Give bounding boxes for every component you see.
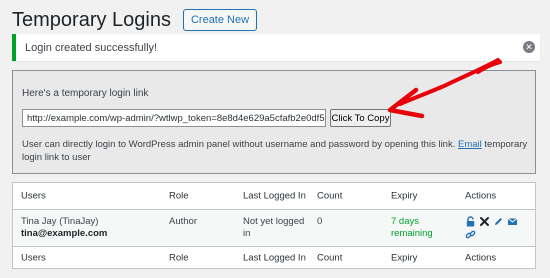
login-url-field[interactable]: http://example.com/wp-admin/?wtlwp_token…: [22, 109, 326, 127]
annotation-arrow-icon: [387, 58, 502, 119]
column-footer: Expiry: [391, 252, 418, 264]
table-header: Users Role Last Logged In Count Expiry A…: [13, 183, 535, 210]
create-new-button[interactable]: Create New: [182, 9, 258, 31]
lock-icon[interactable]: [465, 216, 476, 227]
user-name: Tina Jay (TinaJay): [21, 216, 99, 227]
column-header: Count: [317, 190, 343, 202]
column-header: Actions: [465, 190, 497, 202]
table-footer: Users Role Last Logged In Count Expiry A…: [13, 246, 535, 269]
column-footer: Role: [169, 252, 189, 264]
actions-cell: [465, 216, 527, 240]
user-cell: Tina Jay (TinaJay) tina@example.com: [21, 216, 161, 240]
column-footer: Count: [317, 252, 343, 264]
column-footer: Users: [21, 252, 46, 264]
role-cell: Author: [169, 216, 197, 227]
column-footer: Actions: [465, 252, 497, 264]
column-header: Last Logged In: [243, 190, 306, 202]
link-box-title: Here's a temporary login link: [22, 88, 149, 99]
link-description: User can directly login to WordPress adm…: [22, 138, 528, 164]
email-link[interactable]: Email: [458, 139, 482, 150]
column-header: Role: [169, 190, 189, 202]
email-icon[interactable]: [507, 216, 518, 227]
description-text: User can directly login to WordPress adm…: [22, 139, 456, 150]
page-title: Temporary Logins: [12, 8, 171, 31]
last-logged-in-cell: Not yet logged in: [243, 216, 305, 239]
link-icon[interactable]: [465, 229, 476, 240]
delete-x-icon[interactable]: [479, 216, 490, 227]
user-email: tina@example.com: [21, 228, 108, 239]
close-circle-icon[interactable]: ✕: [523, 41, 535, 53]
page-header: Temporary Logins Create New: [12, 7, 258, 33]
table-row: Tina Jay (TinaJay) tina@example.com Auth…: [13, 210, 535, 246]
column-footer: Last Logged In: [243, 252, 306, 264]
column-header: Users: [21, 190, 46, 202]
column-header: Expiry: [391, 190, 418, 202]
expiry-cell: 7 days remaining: [391, 216, 433, 239]
count-cell: 0: [317, 216, 323, 227]
logins-table: Users Role Last Logged In Count Expiry A…: [12, 182, 536, 269]
edit-pencil-icon[interactable]: [493, 216, 504, 227]
notice-message: Login created successfully!: [25, 41, 158, 54]
